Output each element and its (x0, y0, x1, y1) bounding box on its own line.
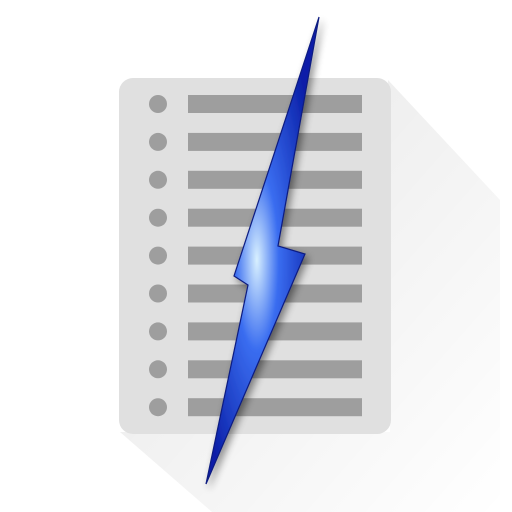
list-bullet-icon (149, 284, 167, 303)
list-line (188, 132, 362, 151)
app-icon (0, 0, 512, 512)
list-bullet-icon (149, 170, 167, 189)
list-line (188, 398, 362, 417)
list-bullet-icon (149, 95, 167, 113)
list-bullet-icon (149, 398, 167, 417)
app-icon-svg (119, 16, 500, 512)
list-bullet-icon (149, 360, 167, 379)
list-bullet-icon (149, 246, 167, 265)
list-line (188, 95, 362, 113)
list-bullet-icon (149, 322, 167, 341)
list-line (188, 360, 362, 379)
list-bullet-icon (149, 132, 167, 151)
list-bullet-icon (149, 208, 167, 227)
